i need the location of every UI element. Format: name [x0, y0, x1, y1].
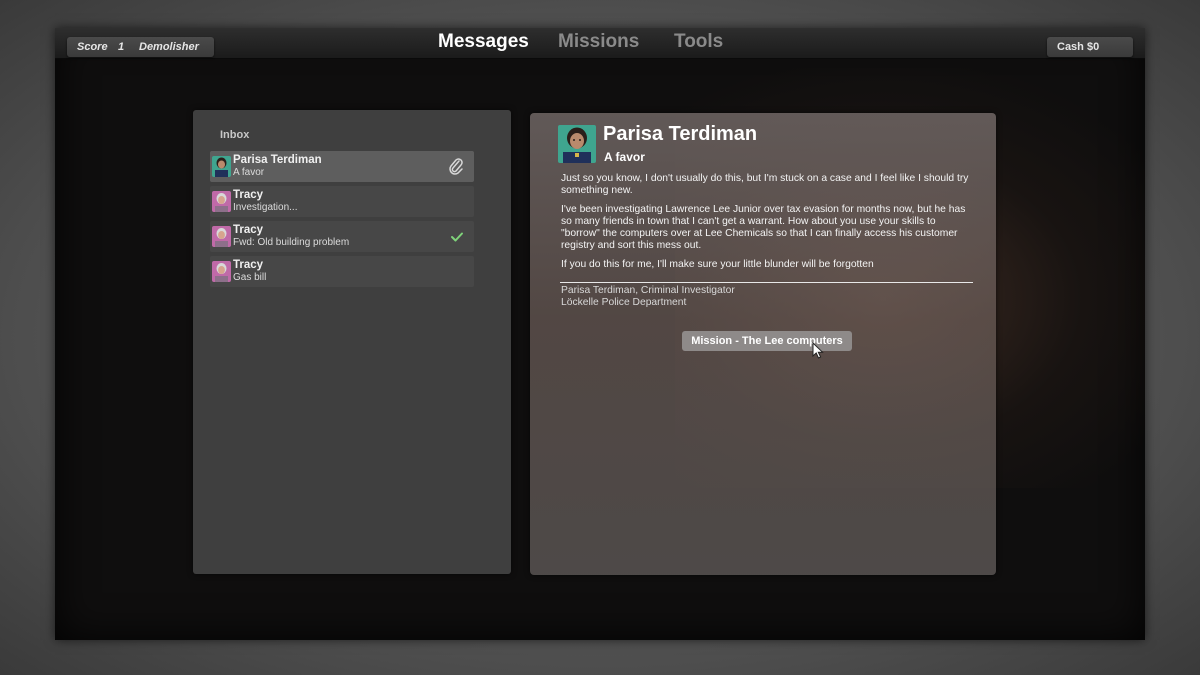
- paperclip-icon: [448, 157, 464, 180]
- body-paragraph: If you do this for me, I'll make sure yo…: [561, 259, 874, 270]
- inbox-item-sender: Tracy: [233, 189, 264, 201]
- inbox-title: Inbox: [220, 129, 250, 141]
- mouse-cursor-icon: [812, 341, 824, 364]
- rank-label: Demolisher: [139, 41, 199, 53]
- tab-tools[interactable]: Tools: [674, 30, 723, 54]
- inbox-item-tracy-investigation[interactable]: Tracy Investigation...: [210, 186, 474, 217]
- inbox-item-subject: Gas bill: [233, 272, 267, 283]
- tab-messages[interactable]: Messages: [438, 30, 529, 54]
- checkmark-icon: [450, 230, 464, 248]
- body-paragraph: Just so you know, I don't usually do thi…: [561, 173, 969, 196]
- body-paragraph: I've been investigating Lawrence Lee Jun…: [561, 204, 966, 251]
- inbox-panel: Inbox Parisa Terdiman A favor Tracy Inve…: [193, 110, 511, 574]
- signature-divider: [560, 282, 973, 283]
- cash-badge: Cash $0: [1047, 37, 1133, 57]
- police-woman-avatar: [558, 125, 596, 163]
- inbox-item-subject: Fwd: Old building problem: [233, 237, 350, 248]
- score-badge: Score 1 Demolisher: [67, 37, 214, 57]
- message-reader: Parisa Terdiman A favor Just so you know…: [530, 113, 996, 575]
- reader-subject: A favor: [604, 150, 645, 164]
- signature-department: Löckelle Police Department: [561, 297, 687, 308]
- score-label: Score: [77, 41, 108, 53]
- top-bar: Score 1 Demolisher Messages Missions Too…: [55, 28, 1145, 59]
- cash-label: Cash $0: [1057, 41, 1100, 53]
- tracy-avatar: [212, 261, 231, 282]
- tab-missions[interactable]: Missions: [558, 30, 639, 54]
- inbox-item-tracy-gas-bill[interactable]: Tracy Gas bill: [210, 256, 474, 287]
- signature-name: Parisa Terdiman, Criminal Investigator: [561, 285, 735, 296]
- monitor-frame: Score 1 Demolisher Messages Missions Too…: [0, 0, 1200, 675]
- inbox-item-sender: Parisa Terdiman: [233, 154, 322, 166]
- tracy-avatar: [212, 191, 231, 212]
- reader-sender-name: Parisa Terdiman: [603, 123, 758, 145]
- game-screen: Score 1 Demolisher Messages Missions Too…: [55, 28, 1145, 640]
- inbox-item-sender: Tracy: [233, 224, 264, 236]
- inbox-item-sender: Tracy: [233, 259, 264, 271]
- inbox-item-tracy-old-building[interactable]: Tracy Fwd: Old building problem: [210, 221, 474, 252]
- inbox-item-subject: Investigation...: [233, 202, 298, 213]
- score-value: 1: [118, 41, 125, 53]
- reader-body: Just so you know, I don't usually do thi…: [561, 173, 971, 278]
- inbox-item-subject: A favor: [233, 167, 265, 178]
- mission-button[interactable]: Mission - The Lee computers: [682, 331, 852, 351]
- police-woman-avatar: [212, 156, 231, 177]
- tracy-avatar: [212, 226, 231, 247]
- inbox-item-parisa-favor[interactable]: Parisa Terdiman A favor: [210, 151, 474, 182]
